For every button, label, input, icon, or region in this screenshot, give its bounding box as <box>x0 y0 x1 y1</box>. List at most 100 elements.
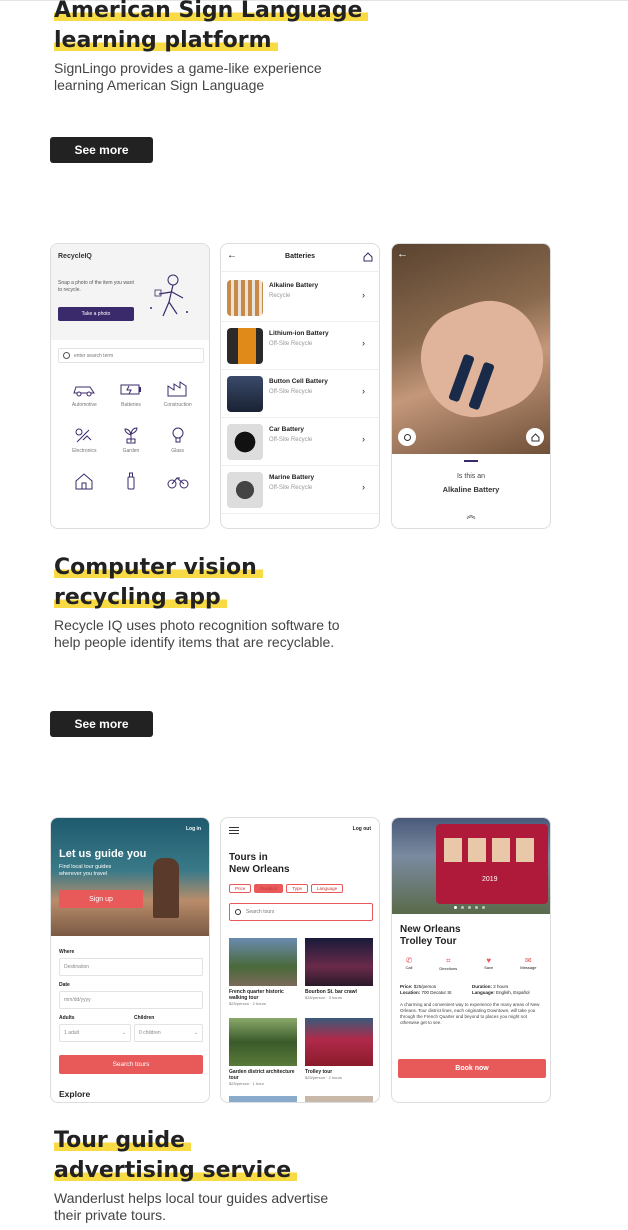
hamburger-menu-icon[interactable] <box>229 827 239 834</box>
take-photo-button[interactable]: Take a photo <box>58 307 134 321</box>
factory-icon <box>154 376 201 402</box>
trolley-windows <box>436 824 548 862</box>
category-label: Automotive <box>71 402 97 408</box>
battery-name: Alkaline Battery <box>269 282 319 289</box>
batteries-header: ← Batteries <box>221 244 379 272</box>
car-battery-thumbnail <box>227 424 263 460</box>
children-select[interactable]: 0 children ⌄ <box>134 1024 203 1042</box>
chevron-up-icon[interactable]: ︽ <box>392 508 550 521</box>
car-icon <box>61 376 108 402</box>
where-label: Where <box>59 949 75 955</box>
save-action[interactable]: ♥ Save <box>484 956 493 971</box>
chevron-right-icon: › <box>362 482 365 492</box>
tour-detail-title: New Orleans Trolley Tour <box>400 924 461 947</box>
tour-name: French quarter historic walking tour <box>229 989 284 1001</box>
tour-card[interactable]: Bourbon St. bar crawl $35/person · 3 hou… <box>305 938 373 1000</box>
search-placeholder: Search tours <box>246 909 275 915</box>
message-action[interactable]: ✉ Message <box>520 956 536 971</box>
plant-icon <box>108 422 155 448</box>
tour-card[interactable]: French quarter historic walking tour $25… <box>229 938 297 1006</box>
book-now-button[interactable]: Book now <box>398 1059 546 1078</box>
logout-link[interactable]: Log out <box>353 826 371 832</box>
action-bar: ✆ Call ⌗ Directions ♥ Save ✉ Message <box>392 956 550 971</box>
traveler-figure <box>153 858 179 918</box>
children-label: Children <box>134 1015 155 1021</box>
filter-price[interactable]: Price <box>229 884 252 893</box>
back-arrow-icon[interactable]: ← <box>397 248 408 260</box>
chevron-right-icon: › <box>362 338 365 348</box>
filter-language[interactable]: Language <box>311 884 344 893</box>
home-icon[interactable] <box>363 252 373 262</box>
signup-button[interactable]: Sign up <box>59 890 143 908</box>
filter-duration[interactable]: Duration <box>254 884 284 893</box>
directions-action[interactable]: ⌗ Directions <box>439 956 457 971</box>
battery-row-alkaline[interactable]: Alkaline Battery Recycle › <box>221 274 379 322</box>
category-home[interactable] <box>61 468 108 494</box>
mail-icon: ✉ <box>525 956 532 965</box>
category-label: Garden <box>122 448 140 454</box>
recycleiq-home-screen: RecycleIQ Snap a photo of the item you w… <box>50 243 210 529</box>
alkaline-thumbnail <box>227 280 263 316</box>
filter-pills: Price Duration Type Language <box>229 884 344 893</box>
see-more-button-signlingo[interactable]: See more <box>50 137 153 163</box>
category-garden[interactable]: Garden <box>108 422 155 454</box>
battery-row-lithium[interactable]: Lithium-ion Battery Off-Site Recycle › <box>221 322 379 370</box>
section2-title: Computer vision recycling app <box>54 553 263 613</box>
tour-meta: $35/person · 3 hours <box>305 995 342 1000</box>
category-electronics[interactable]: Electronics <box>61 422 108 454</box>
children-value: 0 children <box>139 1030 161 1036</box>
tour-card[interactable]: Trolley tour $25/person · 2 hours <box>305 1018 373 1080</box>
filter-type[interactable]: Type <box>286 884 309 893</box>
category-glass[interactable]: Glass <box>154 422 201 454</box>
search-tours-button[interactable]: Search tours <box>59 1055 203 1074</box>
category-bicycles[interactable] <box>154 468 201 494</box>
tour-image <box>305 1018 373 1066</box>
section1-description: SignLingo provides a game-like experienc… <box>54 60 322 93</box>
battery-status: Off-Site Recycle <box>269 437 313 443</box>
tours-title: Tours in New Orleans <box>229 852 290 875</box>
adults-select[interactable]: 1 adult ⌄ <box>59 1024 131 1042</box>
button-cell-thumbnail <box>227 376 263 412</box>
see-more-button-recycleiq[interactable]: See more <box>50 711 153 737</box>
home-icon[interactable] <box>526 428 544 446</box>
battery-row-car[interactable]: Car Battery Off-Site Recycle › <box>221 418 379 466</box>
destination-input[interactable]: Destination <box>59 958 203 976</box>
chevron-right-icon: › <box>362 386 365 396</box>
search-icon <box>63 352 70 359</box>
date-input[interactable]: mm/dd/yyyy <box>59 991 203 1009</box>
trolley-photo: 2019 <box>392 818 550 914</box>
category-automotive[interactable]: Automotive <box>61 376 108 408</box>
call-action[interactable]: ✆ Call <box>405 956 412 971</box>
search-input[interactable]: enter search term <box>58 348 204 363</box>
tour-name: Garden district architecture tour <box>229 1069 295 1081</box>
category-grid: Automotive Batteries Construction Electr… <box>61 376 201 494</box>
category-construction[interactable]: Construction <box>154 376 201 408</box>
tours-list-screen: Log out Tours in New Orleans Price Durati… <box>220 817 380 1103</box>
tour-card[interactable]: Garden district architecture tour $25/pe… <box>229 1018 297 1086</box>
section1-title: American Sign Language learning platform <box>54 0 369 56</box>
login-link[interactable]: Log in <box>186 826 201 832</box>
battery-icon <box>108 376 155 402</box>
search-icon[interactable] <box>398 428 416 446</box>
app-name: RecycleIQ <box>58 253 92 260</box>
tour-image-partial <box>305 1096 373 1102</box>
search-icon <box>235 909 241 915</box>
house-icon <box>61 468 108 494</box>
category-bottles[interactable] <box>108 468 155 494</box>
trolley-car: 2019 <box>436 824 548 904</box>
adults-label: Adults <box>59 1015 75 1021</box>
carousel-dots[interactable] <box>454 906 485 909</box>
wanderlust-home-screen: Log in Let us guide you Find local tour … <box>50 817 210 1103</box>
tour-search-input[interactable]: Search tours <box>229 903 373 921</box>
battery-status: Off-Site Recycle <box>269 341 313 347</box>
camera-photo <box>392 244 550 454</box>
result-answer: Alkaline Battery <box>442 485 500 494</box>
category-batteries[interactable]: Batteries <box>108 376 155 408</box>
battery-row-marine[interactable]: Marine Battery Off-Site Recycle › <box>221 466 379 514</box>
map-icon: ⌗ <box>446 956 451 965</box>
tour-facts: Price: $25/person Duration: 2 hours Locat… <box>400 984 530 995</box>
tour-image <box>229 938 297 986</box>
battery-row-button-cell[interactable]: Button Cell Battery Off-Site Recycle › <box>221 370 379 418</box>
category-label: Batteries <box>121 402 141 408</box>
tour-image <box>305 938 373 986</box>
